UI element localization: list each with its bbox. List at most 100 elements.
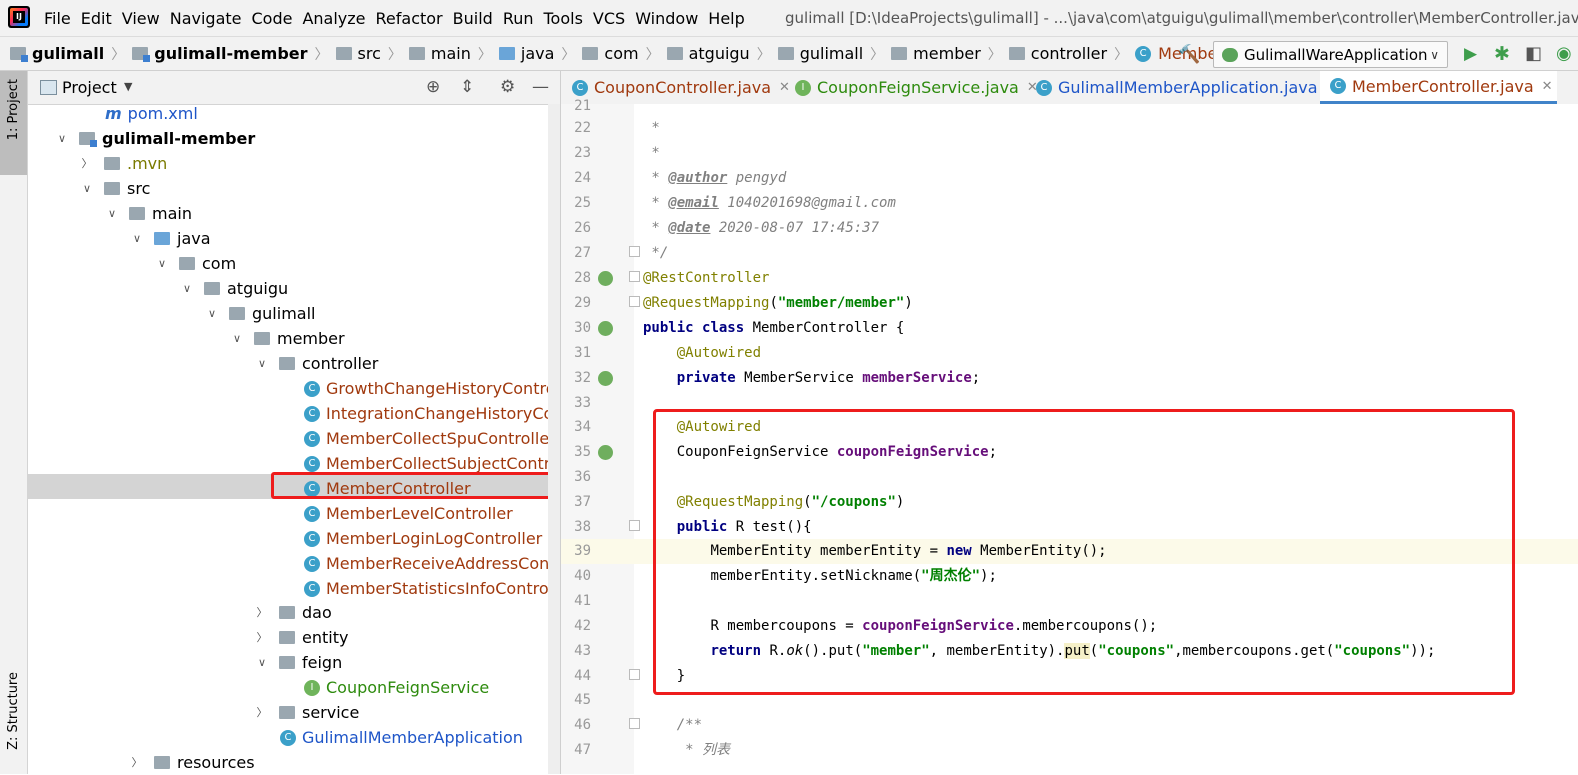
autowired-navigate-icon[interactable]	[598, 371, 613, 386]
package-icon	[254, 332, 270, 345]
tab-coupon-controller[interactable]: C CouponController.java ✕	[572, 71, 790, 104]
tree-item-folder[interactable]: 〉 resources	[130, 750, 255, 775]
close-icon[interactable]: ✕	[779, 80, 790, 95]
fold-marker-icon[interactable]	[629, 296, 640, 307]
spring-boot-class-icon: C	[280, 729, 296, 746]
tree-item-folder[interactable]: ∨ java	[130, 226, 211, 251]
menu-code[interactable]: Code	[250, 9, 301, 28]
tree-item-interface[interactable]: I CouponFeignService	[304, 675, 489, 700]
breadcrumb-item[interactable]: controller	[1008, 44, 1107, 63]
tree-item-class[interactable]: C IntegrationChangeHistoryContro	[304, 401, 586, 426]
menu-analyze[interactable]: Analyze	[300, 9, 373, 28]
tree-item-application[interactable]: C GulimallMemberApplication	[280, 725, 523, 750]
menu-navigate[interactable]: Navigate	[168, 9, 250, 28]
debug-icon[interactable]: ✱	[1494, 43, 1510, 65]
line-number: 40	[574, 568, 591, 584]
breadcrumb-item[interactable]: com	[582, 44, 639, 63]
tree-item-package[interactable]: 〉 dao	[255, 600, 332, 625]
annotation-highlight-box	[271, 472, 571, 499]
module-icon	[132, 47, 151, 62]
tree-item-package[interactable]: 〉 service	[255, 700, 360, 725]
tree-item-class[interactable]: C GrowthChangeHistoryController	[304, 376, 581, 401]
tree-item-class[interactable]: C MemberReceiveAddressControl	[304, 551, 576, 576]
class-icon: C	[304, 505, 320, 522]
menu-file[interactable]: File	[42, 9, 79, 28]
class-icon: C	[1135, 45, 1152, 62]
fold-marker-icon[interactable]	[629, 246, 640, 257]
structure-tool-window-button[interactable]: Z: Structure	[0, 668, 27, 772]
tree-item-folder[interactable]: ∨ main	[105, 201, 192, 226]
tree-item-class[interactable]: C MemberStatisticsInfoController	[304, 576, 574, 601]
chevron-down-icon: ∨	[182, 282, 192, 295]
menu-help[interactable]: Help	[706, 9, 752, 28]
gear-icon[interactable]: ⚙	[500, 77, 515, 97]
tree-item-module[interactable]: ∨ gulimall-member	[55, 126, 255, 151]
breadcrumb-item[interactable]: main	[408, 44, 471, 63]
locate-icon[interactable]: ⊕	[426, 77, 440, 97]
fold-marker-icon[interactable]	[629, 718, 640, 729]
tree-item-class[interactable]: C MemberCollectSpuController	[304, 426, 556, 451]
tree-item-package[interactable]: 〉 entity	[255, 625, 349, 650]
menu-window[interactable]: Window	[633, 9, 706, 28]
tab-member-controller[interactable]: C MemberController.java ✕	[1320, 71, 1557, 104]
package-icon	[666, 47, 683, 60]
menu-run[interactable]: Run	[501, 9, 542, 28]
menu-tools[interactable]: Tools	[542, 9, 591, 28]
tree-item-folder[interactable]: 〉 .mvn	[80, 151, 168, 176]
chevron-down-icon: ∨	[257, 656, 267, 669]
build-hammer-icon[interactable]: 🔨	[1178, 44, 1200, 65]
run-icon[interactable]: ▶	[1464, 44, 1477, 64]
breadcrumb-item[interactable]: gulimall	[10, 44, 104, 63]
spring-bean-icon[interactable]	[598, 321, 613, 336]
maven-icon: m	[105, 104, 122, 123]
autowired-navigate-icon[interactable]	[598, 445, 613, 460]
project-scrollbar[interactable]	[548, 104, 560, 774]
profiler-icon[interactable]: ◉	[1556, 43, 1572, 64]
tree-item-package[interactable]: ∨ controller	[255, 351, 378, 376]
module-icon	[79, 132, 97, 147]
chevron-down-icon[interactable]: ▼	[124, 80, 132, 93]
coverage-icon[interactable]: ◧	[1525, 43, 1542, 64]
fold-marker-icon[interactable]	[629, 271, 640, 282]
chevron-right-icon: 〉	[256, 606, 268, 619]
menu-edit[interactable]: Edit	[79, 9, 120, 28]
tree-item-package[interactable]: ∨ gulimall	[205, 301, 316, 326]
project-panel-title[interactable]: Project	[62, 78, 117, 97]
tree-item-class[interactable]: C MemberLoginLogController	[304, 526, 542, 551]
tree-item-class[interactable]: C MemberLevelController	[304, 501, 513, 526]
code-line: public class MemberController {	[643, 320, 905, 336]
breadcrumb-item[interactable]: src	[335, 44, 381, 63]
breadcrumb-item[interactable]: java	[498, 44, 554, 63]
fold-marker-icon[interactable]	[629, 669, 640, 680]
tab-coupon-feign-service[interactable]: I CouponFeignService.java ✕	[795, 71, 1038, 104]
hide-icon[interactable]: —	[532, 77, 549, 97]
tree-item-package[interactable]: ∨ com	[155, 251, 236, 276]
menu-vcs[interactable]: VCS	[591, 9, 633, 28]
line-number: 26	[574, 220, 591, 236]
menu-view[interactable]: View	[120, 9, 168, 28]
tree-item-package[interactable]: ∨ feign	[255, 650, 342, 675]
chevron-right-icon: 〉	[81, 157, 93, 170]
breadcrumb-item[interactable]: gulimall-member	[132, 44, 308, 63]
menu-build[interactable]: Build	[451, 9, 501, 28]
close-icon[interactable]: ✕	[1542, 79, 1553, 94]
menu-refactor[interactable]: Refactor	[374, 9, 451, 28]
collapse-all-icon[interactable]: ⇕	[460, 77, 474, 97]
tree-item-package[interactable]: ∨ atguigu	[180, 276, 288, 301]
project-tool-window-button[interactable]: 1: Project	[0, 71, 27, 175]
tab-gulimall-member-application[interactable]: CGulimallMemberApplication.java✕	[1036, 71, 1336, 104]
tree-item-folder[interactable]: ∨ src	[80, 176, 150, 201]
project-panel-header: Project ▼ ⊕ ⇕ ⚙ —	[28, 71, 560, 105]
fold-marker-icon[interactable]	[629, 520, 640, 531]
spring-boot-icon	[1222, 47, 1238, 62]
breadcrumb-item[interactable]: atguigu	[666, 44, 750, 63]
spring-bean-icon[interactable]	[598, 271, 613, 286]
breadcrumb-item[interactable]: member	[891, 44, 981, 63]
tree-item-package[interactable]: ∨ member	[230, 326, 345, 351]
breadcrumb-item[interactable]: gulimall	[777, 44, 863, 63]
folder-icon	[408, 47, 425, 60]
line-number: 28	[574, 270, 591, 286]
line-number: 35	[574, 444, 591, 460]
run-configuration-select[interactable]: GulimallWareApplication ∨	[1213, 41, 1448, 68]
tree-item-pom[interactable]: m pom.xml	[105, 101, 198, 126]
